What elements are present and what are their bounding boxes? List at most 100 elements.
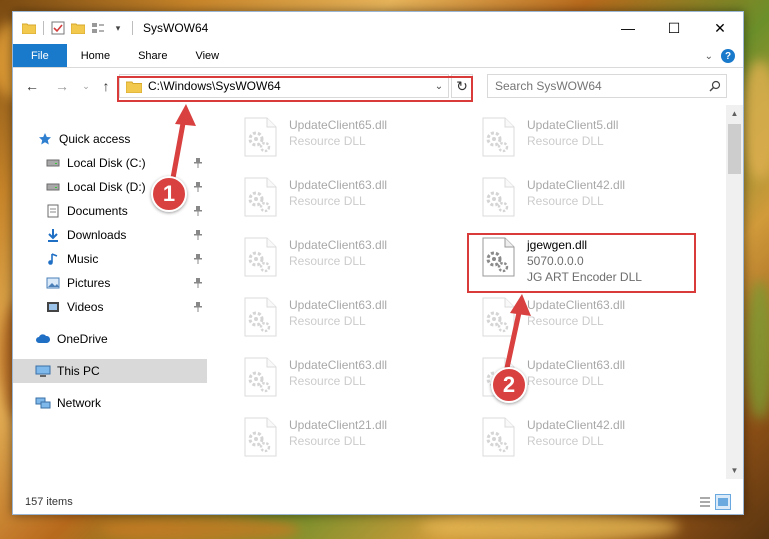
pin-icon[interactable] (193, 277, 203, 289)
recent-locations-button[interactable]: ⌄ (75, 75, 97, 97)
pin-icon[interactable] (193, 181, 203, 193)
sidebar-item[interactable]: This PC (13, 359, 207, 383)
tab-view[interactable]: View (181, 44, 233, 67)
cloud-icon (35, 331, 51, 347)
title-bar: ▾ SysWOW64 — ☐ ✕ (13, 12, 743, 44)
maximize-button[interactable]: ☐ (651, 12, 697, 44)
file-tile[interactable]: UpdateClient63.dll Resource DLL (481, 295, 701, 343)
new-folder-icon[interactable] (70, 20, 86, 36)
navigation-bar: ← → ⌄ ↑ C:\Windows\SysWOW64 ⌄ ↻ (13, 68, 743, 104)
dll-file-icon (481, 417, 515, 457)
scroll-down-icon[interactable]: ▼ (726, 462, 743, 479)
chevron-down-icon[interactable]: ⌄ (430, 81, 448, 92)
details-view-icon[interactable] (697, 494, 713, 510)
sidebar-item[interactable]: Network (13, 391, 207, 415)
forward-button[interactable]: → (51, 75, 73, 97)
customize-toolbar-icon[interactable]: ▾ (110, 20, 126, 36)
sidebar-item[interactable]: Downloads (13, 223, 207, 247)
refresh-button[interactable]: ↻ (451, 74, 473, 98)
minimize-button[interactable]: — (605, 12, 651, 44)
drive-icon (45, 155, 61, 171)
file-tile[interactable]: UpdateClient63.dll Resource DLL (243, 295, 463, 343)
address-bar[interactable]: C:\Windows\SysWOW64 ⌄ (119, 74, 449, 98)
pin-icon[interactable] (193, 301, 203, 313)
file-tile[interactable]: UpdateClient63.dll Resource DLL (243, 235, 463, 283)
file-version: 5070.0.0.0 (527, 254, 584, 268)
file-tile[interactable]: UpdateClient21.dll Resource DLL (243, 415, 463, 463)
content-area: Quick access Local Disk (C:) Local Disk (D… (13, 105, 743, 479)
file-name: UpdateClient63.dll (289, 238, 388, 252)
file-type: Resource DLL (289, 434, 366, 448)
quick-access-toolbar: ▾ (13, 12, 135, 44)
file-meta: jgewgen.dll 5070.0.0.0 JG ART Encoder DLL (527, 235, 642, 285)
sidebar-item[interactable]: Music (13, 247, 207, 271)
pin-icon[interactable] (193, 229, 203, 241)
tab-home[interactable]: Home (67, 44, 124, 67)
scroll-thumb[interactable] (728, 124, 741, 174)
file-tile[interactable]: UpdateClient63.dll Resource DLL (243, 175, 463, 223)
sidebar-item-label: Downloads (67, 228, 127, 242)
search-box[interactable] (487, 74, 727, 98)
rename-icon[interactable] (90, 20, 106, 36)
properties-icon[interactable] (50, 20, 66, 36)
dll-file-icon (243, 417, 277, 457)
file-type: Resource DLL (289, 194, 366, 208)
up-button[interactable]: ↑ (95, 75, 117, 97)
file-meta: UpdateClient65.dll Resource DLL (289, 115, 387, 149)
file-name: UpdateClient42.dll (527, 178, 626, 192)
file-meta: UpdateClient21.dll Resource DLL (289, 415, 387, 449)
pin-icon[interactable] (193, 253, 203, 265)
window-controls: — ☐ ✕ (605, 12, 743, 44)
expand-ribbon-icon[interactable]: ⌄ (705, 51, 713, 62)
file-meta: UpdateClient42.dll Resource DLL (527, 415, 625, 449)
sidebar-item[interactable]: OneDrive (13, 327, 207, 351)
file-name: UpdateClient63.dll (289, 298, 388, 312)
tiles-view-icon[interactable] (715, 494, 731, 510)
address-path[interactable]: C:\Windows\SysWOW64 (148, 79, 430, 93)
file-tile[interactable]: UpdateClient5.dll Resource DLL (481, 115, 701, 163)
sidebar-item[interactable]: Pictures (13, 271, 207, 295)
refresh-icon: ↻ (456, 77, 468, 94)
file-tile[interactable]: UpdateClient65.dll Resource DLL (243, 115, 463, 163)
file-tile[interactable]: UpdateClient42.dll Resource DLL (481, 175, 701, 223)
search-input[interactable] (495, 79, 704, 93)
scroll-up-icon[interactable]: ▲ (726, 105, 743, 122)
sidebar-item-label: Pictures (67, 276, 111, 290)
videos-icon (45, 299, 61, 315)
search-icon[interactable] (704, 80, 726, 92)
back-button[interactable]: ← (21, 75, 43, 97)
sidebar-item[interactable]: Quick access (13, 127, 207, 151)
pin-icon[interactable] (193, 157, 203, 169)
status-bar: 157 items (13, 490, 743, 514)
help-icon[interactable]: ? (721, 49, 735, 63)
file-name: UpdateClient21.dll (289, 418, 388, 432)
music-icon (45, 251, 61, 267)
dll-file-icon (481, 177, 515, 217)
close-button[interactable]: ✕ (697, 12, 743, 44)
sidebar-item-label: Videos (67, 300, 104, 314)
file-name: UpdateClient63.dll (289, 178, 388, 192)
file-meta: UpdateClient63.dll Resource DLL (527, 295, 625, 329)
file-name: UpdateClient63.dll (527, 298, 626, 312)
dll-file-icon (243, 177, 277, 217)
tab-file[interactable]: File (13, 44, 67, 67)
tab-share[interactable]: Share (124, 44, 181, 67)
vertical-scrollbar[interactable]: ▲ ▼ (726, 105, 743, 479)
file-type: Resource DLL (527, 134, 604, 148)
file-name: UpdateClient63.dll (289, 358, 388, 372)
pin-icon[interactable] (193, 205, 203, 217)
file-tile[interactable]: jgewgen.dll 5070.0.0.0 JG ART Encoder DLL (481, 235, 701, 285)
sidebar-item-label: Music (67, 252, 99, 266)
toolbar-divider (43, 21, 44, 35)
star-icon (37, 131, 53, 147)
file-type: JG ART Encoder DLL (527, 270, 642, 284)
file-tile[interactable]: UpdateClient42.dll Resource DLL (481, 415, 701, 463)
file-meta: UpdateClient63.dll Resource DLL (527, 355, 625, 389)
folder-icon (126, 81, 142, 93)
file-meta: UpdateClient63.dll Resource DLL (289, 355, 387, 389)
file-tile[interactable]: UpdateClient63.dll Resource DLL (243, 355, 463, 403)
sidebar-item[interactable]: Local Disk (C:) (13, 151, 207, 175)
item-count: 157 items (25, 496, 73, 508)
navigation-pane: Quick access Local Disk (C:) Local Disk (D… (13, 105, 207, 479)
sidebar-item[interactable]: Videos (13, 295, 207, 319)
